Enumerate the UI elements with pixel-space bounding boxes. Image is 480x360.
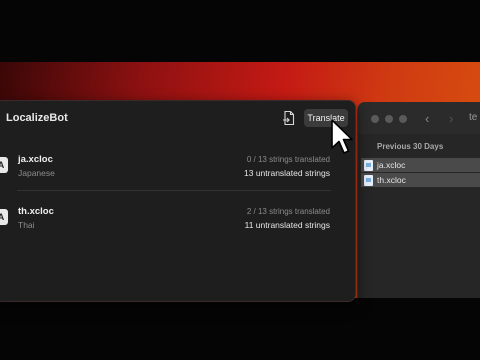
file-untranslated-count: 13 untranslated strings [244, 168, 330, 178]
window-titlebar: LocalizeBot Translate [0, 101, 355, 135]
finder-toolbar: ‹ › te [358, 102, 480, 134]
mouse-pointer-icon [331, 119, 353, 154]
finder-window-title: te [469, 112, 478, 123]
file-progress: 0 / 13 strings translated [246, 155, 330, 164]
row-divider [17, 190, 331, 191]
finder-section-header: Previous 30 Days [377, 142, 444, 151]
finder-window: ‹ › te Previous 30 Days ja.xcloc th.xclo… [357, 102, 480, 298]
file-untranslated-count: 11 untranslated strings [244, 220, 330, 230]
close-dot-icon[interactable] [371, 115, 379, 123]
document-icon [364, 160, 373, 171]
xcloc-file-icon: A [0, 209, 8, 225]
file-name: th.xcloc [18, 206, 54, 217]
file-language: Japanese [18, 168, 55, 178]
letterbox-bottom [0, 298, 480, 360]
forward-arrow-icon[interactable]: › [449, 111, 453, 126]
xcloc-file-icon: A [0, 157, 8, 173]
file-language: Thai [18, 220, 35, 230]
app-title: LocalizeBot [6, 112, 68, 124]
localizebot-window: LocalizeBot Translate A ja.xcloc Japanes… [0, 100, 356, 302]
file-name: ja.xcloc [18, 154, 53, 165]
export-document-icon[interactable] [282, 110, 296, 126]
minimize-dot-icon[interactable] [385, 115, 393, 123]
file-row-ja[interactable]: A ja.xcloc Japanese 0 / 13 strings trans… [0, 152, 355, 192]
finder-file-row[interactable]: th.xcloc [361, 173, 480, 187]
finder-file-name: ja.xcloc [377, 160, 406, 170]
file-row-th[interactable]: A th.xcloc Thai 2 / 13 strings translate… [0, 204, 355, 244]
document-icon [364, 175, 373, 186]
file-progress: 2 / 13 strings translated [246, 207, 330, 216]
letterbox-top [0, 0, 480, 62]
finder-file-row[interactable]: ja.xcloc [361, 158, 480, 172]
zoom-dot-icon[interactable] [399, 115, 407, 123]
back-arrow-icon[interactable]: ‹ [425, 111, 429, 126]
finder-file-name: th.xcloc [377, 175, 406, 185]
